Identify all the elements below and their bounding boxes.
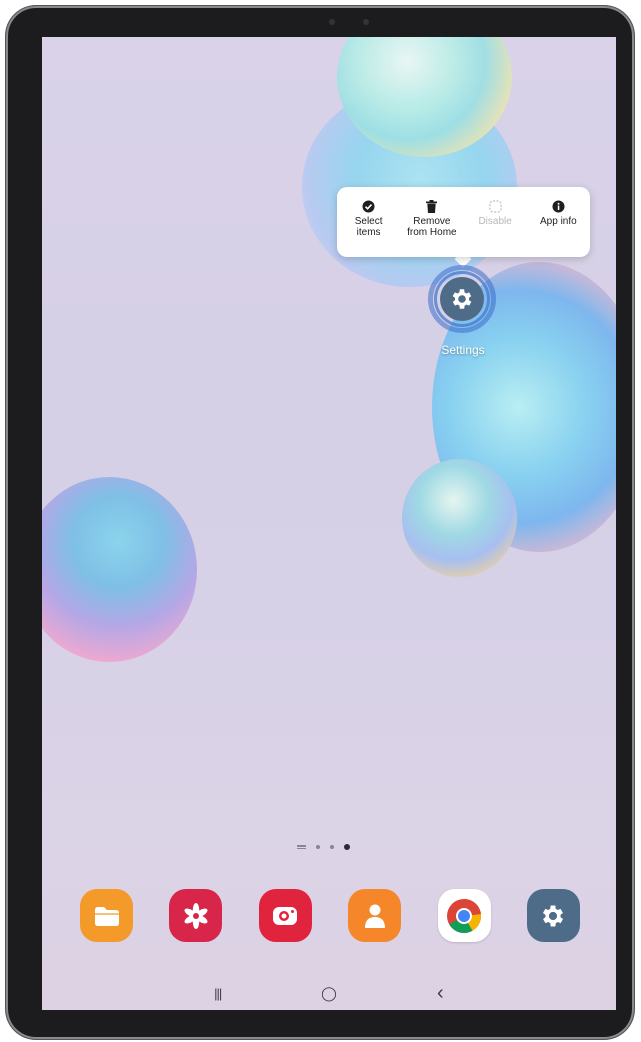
screen-recorder-app[interactable] <box>258 889 312 942</box>
gear-icon <box>543 905 564 926</box>
page-dot-current <box>344 844 350 850</box>
disable-label: Disable <box>478 216 512 227</box>
settings-app-label: Settings <box>441 343 485 357</box>
folder-icon <box>94 906 119 926</box>
flower-icon <box>184 902 208 929</box>
sensor <box>363 19 369 25</box>
home-page-indicator-icon <box>297 845 306 849</box>
check-circle-icon <box>362 199 375 213</box>
remove-from-home-button[interactable]: Remove from Home <box>402 199 462 238</box>
page-dot <box>316 845 320 849</box>
app-dock <box>80 889 580 945</box>
back-button[interactable]: ‹ <box>420 980 460 1008</box>
recents-button[interactable]: ||| <box>198 980 238 1008</box>
my-files-app[interactable] <box>80 889 133 942</box>
settings-app-icon[interactable]: Settings <box>428 265 498 357</box>
info-icon <box>552 199 565 213</box>
disable-button: Disable <box>465 199 525 227</box>
front-camera <box>329 19 335 25</box>
wallpaper-bubble <box>42 477 197 662</box>
person-icon <box>364 904 385 928</box>
home-button[interactable]: ◯ <box>309 980 349 1008</box>
contacts-app[interactable] <box>348 889 402 942</box>
home-screen: Select items Remove from Home Disable Ap… <box>42 37 616 1010</box>
select-items-label: Select items <box>354 216 383 238</box>
settings-dock-app[interactable] <box>526 889 580 942</box>
camera-icon <box>273 906 298 925</box>
gear-icon <box>440 277 484 321</box>
chrome-app[interactable] <box>437 889 491 942</box>
recents-icon: ||| <box>214 986 222 1001</box>
disable-icon <box>489 199 502 213</box>
page-dot <box>330 845 334 849</box>
select-items-button[interactable]: Select items <box>339 199 399 238</box>
app-info-label: App info <box>540 216 577 227</box>
remove-from-home-label: Remove from Home <box>407 216 457 238</box>
back-icon: ‹ <box>436 982 444 1004</box>
chrome-icon <box>447 898 482 933</box>
navigation-bar: ||| ◯ ‹ <box>42 977 616 1010</box>
page-indicator[interactable] <box>297 844 350 850</box>
wallpaper-bubble <box>402 459 517 577</box>
app-context-menu: Select items Remove from Home Disable Ap… <box>337 187 590 257</box>
app-info-button[interactable]: App info <box>528 199 588 227</box>
galaxy-store-app[interactable] <box>169 889 223 942</box>
home-icon: ◯ <box>321 985 337 1001</box>
trash-icon <box>426 199 438 213</box>
